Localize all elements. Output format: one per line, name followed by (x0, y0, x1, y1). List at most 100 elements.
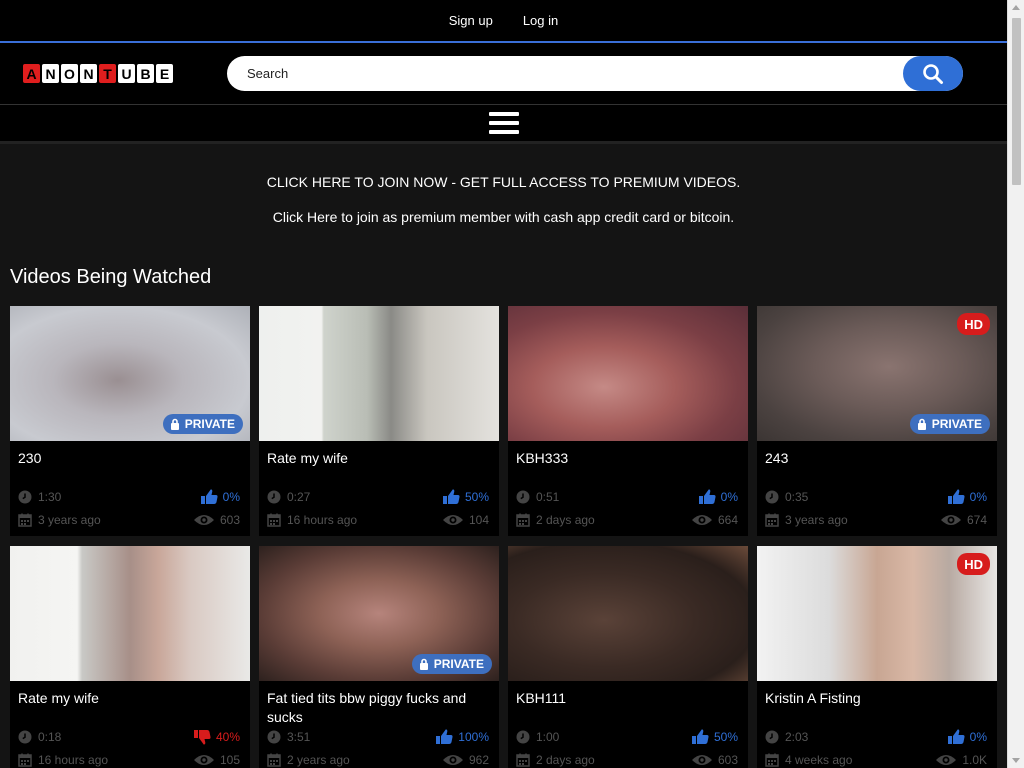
search-input[interactable] (227, 66, 887, 81)
video-meta-row: 2 days ago 664 (516, 512, 738, 528)
video-meta-row: 0:18 40% (18, 729, 240, 745)
menu-bar (0, 105, 1007, 144)
hd-badge: HD (957, 553, 990, 575)
video-meta-row: 0:51 0% (516, 489, 738, 505)
video-meta-row: 4 weeks ago 1.0K (765, 752, 987, 768)
eye-icon (940, 515, 961, 525)
thumbs-up-icon (947, 489, 965, 504)
video-duration: 0:27 (287, 490, 311, 504)
video-thumbnail[interactable]: PRIVATE (259, 546, 499, 681)
thumbs-up-icon (691, 729, 709, 744)
video-meta-row: 3 years ago 603 (18, 512, 240, 528)
clock-icon (18, 730, 32, 744)
calendar-icon (516, 753, 530, 767)
private-badge: PRIVATE (411, 654, 492, 674)
video-views: 105 (219, 753, 240, 767)
clock-icon (267, 730, 281, 744)
promo-premium-link[interactable]: Click Here to join as premium member wit… (0, 209, 1007, 225)
video-card[interactable]: PRIVATE 230 1:30 0% 3 years ago 603 (10, 306, 250, 536)
lock-icon (170, 418, 179, 430)
video-rating: 40% (215, 730, 240, 744)
thumbs-up-icon (442, 489, 460, 504)
video-title[interactable]: Kristin A Fisting (765, 689, 989, 708)
thumbs-up-icon (200, 489, 218, 504)
video-thumbnail[interactable]: HD PRIVATE (757, 306, 997, 441)
logo-letter: O (61, 64, 78, 83)
eye-icon (193, 755, 214, 765)
logo-letter: N (80, 64, 97, 83)
video-title[interactable]: Rate my wife (18, 689, 242, 708)
video-title[interactable]: Fat tied tits bbw piggy fucks and sucks (267, 689, 491, 727)
thumbs-up-icon (947, 729, 965, 744)
video-age: 2 years ago (287, 753, 350, 767)
video-title[interactable]: 243 (765, 449, 989, 468)
top-bar: Sign up Log in (0, 0, 1007, 43)
video-card[interactable]: KBH333 0:51 0% 2 days ago 664 (508, 306, 748, 536)
clock-icon (516, 730, 530, 744)
scroll-up-arrow-icon[interactable] (1012, 5, 1020, 10)
video-meta-row: 0:35 0% (765, 489, 987, 505)
video-age: 3 years ago (785, 513, 848, 527)
video-rating: 0% (969, 490, 987, 504)
logo-letter: U (118, 64, 135, 83)
video-rating: 0% (720, 490, 738, 504)
video-thumbnail[interactable] (508, 306, 748, 441)
clock-icon (765, 490, 779, 504)
video-card[interactable]: Rate my wife 0:18 40% 16 hours ago 105 (10, 546, 250, 768)
video-age: 16 hours ago (38, 753, 109, 767)
logo-letter: B (137, 64, 154, 83)
promo-join-link[interactable]: CLICK HERE TO JOIN NOW - GET FULL ACCESS… (0, 174, 1007, 190)
video-meta-row: 16 hours ago 104 (267, 512, 489, 528)
hd-badge: HD (957, 313, 990, 335)
private-badge: PRIVATE (909, 414, 990, 434)
calendar-icon (765, 513, 779, 527)
video-card[interactable]: Rate my wife 0:27 50% 16 hours ago 104 (259, 306, 499, 536)
video-views: 674 (966, 513, 987, 527)
video-title[interactable]: KBH333 (516, 449, 740, 468)
video-views: 1.0K (962, 753, 987, 767)
video-title[interactable]: Rate my wife (267, 449, 491, 468)
video-thumbnail[interactable] (10, 546, 250, 681)
video-meta-row: 3 years ago 674 (765, 512, 987, 528)
video-thumbnail[interactable] (259, 306, 499, 441)
video-thumbnail[interactable]: PRIVATE (10, 306, 250, 441)
private-badge-label: PRIVATE (433, 657, 484, 671)
eye-icon (193, 515, 214, 525)
video-card[interactable]: HD Kristin A Fisting 2:03 0% 4 weeks ago 1.0K (757, 546, 997, 768)
signup-link[interactable]: Sign up (449, 13, 493, 28)
video-rating: 100% (458, 730, 489, 744)
thumbs-up-icon (436, 729, 453, 744)
private-badge-label: PRIVATE (184, 417, 235, 431)
scrollbar-thumb[interactable] (1012, 18, 1021, 185)
video-card[interactable]: PRIVATE Fat tied tits bbw piggy fucks and… (259, 546, 499, 768)
calendar-icon (267, 753, 281, 767)
eye-icon (691, 755, 712, 765)
eye-icon (442, 515, 463, 525)
video-meta-row: 16 hours ago 105 (18, 752, 240, 768)
eye-icon (691, 515, 712, 525)
video-title[interactable]: KBH111 (516, 689, 740, 708)
video-duration: 3:51 (287, 730, 311, 744)
video-thumbnail[interactable]: HD (757, 546, 997, 681)
video-card[interactable]: HD PRIVATE 243 0:35 0% 3 years ago 674 (757, 306, 997, 536)
private-badge-label: PRIVATE (931, 417, 982, 431)
video-title[interactable]: 230 (18, 449, 242, 468)
search-bar (227, 56, 963, 91)
video-card[interactable]: KBH111 1:00 50% 2 days ago 603 (508, 546, 748, 768)
page: Sign up Log in ANONTUBE CLICK HERE TO JO… (0, 0, 1007, 768)
site-logo[interactable]: ANONTUBE (23, 64, 173, 83)
video-duration: 1:00 (536, 730, 560, 744)
scroll-down-arrow-icon[interactable] (1012, 758, 1020, 763)
video-meta-row: 2 years ago 962 (267, 752, 489, 768)
vertical-scrollbar[interactable] (1007, 0, 1024, 768)
eye-icon (442, 755, 463, 765)
video-grid: PRIVATE 230 1:30 0% 3 years ago 603 Rate my wi… (10, 306, 997, 768)
video-rating: 0% (222, 490, 240, 504)
search-button[interactable] (903, 56, 963, 91)
video-thumbnail[interactable] (508, 546, 748, 681)
video-meta-row: 1:00 50% (516, 729, 738, 745)
login-link[interactable]: Log in (523, 13, 558, 28)
hamburger-menu-icon[interactable] (488, 112, 519, 134)
video-meta-row: 2 days ago 603 (516, 752, 738, 768)
private-badge: PRIVATE (162, 414, 243, 434)
